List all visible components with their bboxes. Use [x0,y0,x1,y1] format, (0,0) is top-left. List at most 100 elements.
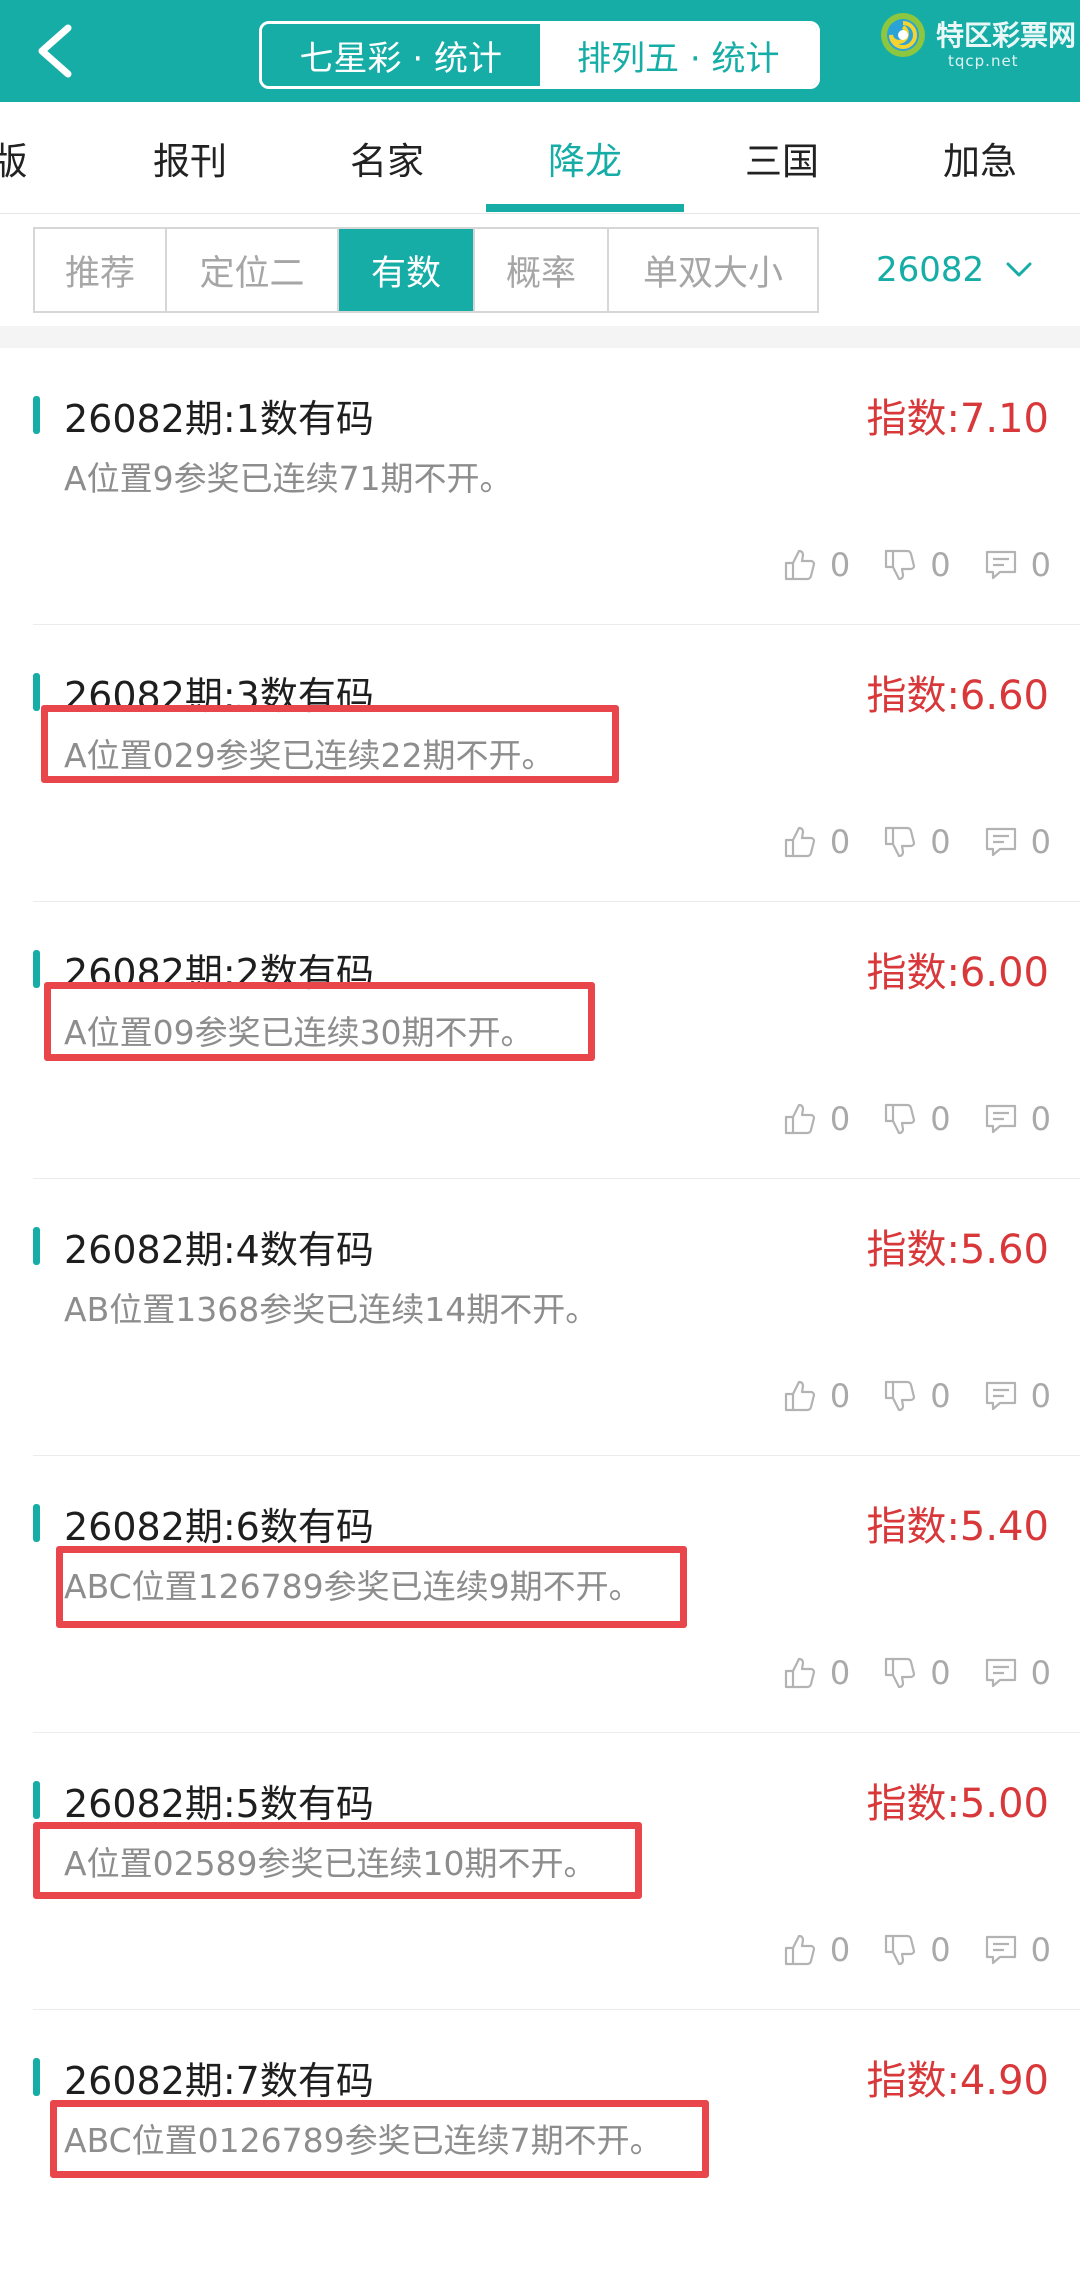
dislike-count: 0 [930,546,951,584]
thumbs-up-icon [784,1380,816,1412]
card-actions: 0 0 0 [782,819,1051,865]
comment-button[interactable]: 0 [983,1100,1051,1138]
tab-baokan[interactable]: 报刊 [120,102,260,214]
lottery-type-switch: 七星彩 · 统计 排列五 · 统计 [259,21,820,89]
card-actions: 0 0 0 [782,1650,1051,1696]
title-marker [33,673,40,711]
card-actions: 0 0 0 [782,1373,1051,1419]
filter-tab-youshu[interactable]: 有数 [339,229,475,311]
swirl-logo-icon [881,13,925,57]
like-button[interactable]: 0 [782,1931,850,1969]
thumbs-down-icon [885,1934,916,1966]
list-item[interactable]: 26082期:4数有码 指数:5.60 AB位置1368参奖已连续14期不开。 … [0,1179,1080,1456]
thumbs-up-icon [784,549,816,581]
like-button[interactable]: 0 [782,1377,850,1415]
tab-mingjia[interactable]: 名家 [317,102,457,214]
title-marker [33,396,40,434]
filter-tab-dingweier[interactable]: 定位二 [167,229,339,311]
back-button[interactable] [28,18,88,84]
highlight-box [50,2100,709,2178]
filter-tab-gailv[interactable]: 概率 [475,229,609,311]
filter-tab-danshuangdaxiao[interactable]: 单双大小 [609,229,817,311]
tab-qixingcai-stats[interactable]: 七星彩 · 统计 [262,24,540,86]
prediction-list: 26082期:1数有码 指数:7.10 A位置9参奖已连续71期不开。 0 0 … [0,348,1080,2287]
list-item[interactable]: 26082期:3数有码 指数:6.60 A位置029参奖已连续22期不开。 0 … [0,625,1080,902]
comment-icon [985,1658,1016,1688]
dislike-button[interactable]: 0 [882,1931,951,1969]
comment-button[interactable]: 0 [983,1654,1051,1692]
comment-button[interactable]: 0 [983,823,1051,861]
list-item[interactable]: 26082期:1数有码 指数:7.10 A位置9参奖已连续71期不开。 0 0 … [0,348,1080,625]
tab-pailiewu-stats[interactable]: 排列五 · 统计 [539,24,817,86]
comment-count: 0 [1030,1654,1051,1692]
chevron-down-icon [1006,262,1032,277]
list-item[interactable]: 26082期:2数有码 指数:6.00 A位置09参奖已连续30期不开。 0 0… [0,902,1080,1179]
card-actions: 0 0 0 [782,1096,1051,1142]
card-title: 26082期:7数有码 [64,2059,374,2103]
list-item[interactable]: 26082期:5数有码 指数:5.00 A位置02589参奖已连续10期不开。 … [0,1733,1080,2010]
section-divider [0,326,1080,348]
thumbs-down-icon [885,826,916,858]
like-button[interactable]: 0 [782,546,850,584]
card-index-value: 指数:6.00 [866,950,1049,996]
dislike-button[interactable]: 0 [882,823,951,861]
filter-tab-tuijian[interactable]: 推荐 [35,229,167,311]
like-button[interactable]: 0 [782,1100,850,1138]
thumbs-down-icon [885,1657,916,1689]
card-description-text: A位置9参奖已连续71期不开。 [64,459,513,498]
dislike-count: 0 [930,1377,951,1415]
highlight-box [44,982,595,1061]
thumbs-up-icon [784,826,816,858]
active-tab-indicator [486,204,684,212]
comment-icon [985,1381,1016,1411]
like-count: 0 [829,1654,851,1692]
thumbs-down-icon [885,1103,916,1135]
dislike-button[interactable]: 0 [882,546,951,584]
filter-bar: 推荐 定位二 有数 概率 单双大小 26082 [0,214,1080,326]
comment-count: 0 [1030,1931,1051,1969]
like-button[interactable]: 0 [782,823,850,861]
title-marker [33,2058,40,2096]
card-title: 26082期:5数有码 [64,1782,374,1826]
like-count: 0 [829,1931,851,1969]
category-nav: 版 报刊 名家 降龙 三国 加急 [0,102,1080,214]
thumbs-up-icon [784,1934,816,1966]
dislike-button[interactable]: 0 [882,1377,951,1415]
list-item[interactable]: 26082期:6数有码 指数:5.40 ABC位置126789参奖已连续9期不开… [0,1456,1080,1733]
dislike-button[interactable]: 0 [882,1654,951,1692]
card-index-value: 指数:6.60 [866,673,1049,719]
comment-button[interactable]: 0 [983,1931,1051,1969]
comment-icon [985,827,1016,857]
tab-jiaji[interactable]: 加急 [910,102,1050,214]
card-actions: 0 0 0 [782,542,1051,588]
comment-icon [985,1104,1016,1134]
tab-sanguo[interactable]: 三国 [712,102,852,214]
like-count: 0 [829,1100,851,1138]
thumbs-up-icon [784,1103,816,1135]
comment-count: 0 [1030,546,1051,584]
comment-icon [985,550,1016,580]
comment-count: 0 [1030,823,1051,861]
dislike-count: 0 [930,823,951,861]
dislike-count: 0 [930,1654,951,1692]
dislike-count: 0 [930,1100,951,1138]
like-button[interactable]: 0 [782,1654,850,1692]
card-index-value: 指数:7.10 [866,396,1049,442]
tab-xianglong[interactable]: 降龙 [515,102,655,214]
issue-dropdown[interactable]: 26082 [876,244,1032,296]
logo-title: 特区彩票网 [936,19,1077,52]
highlight-box [41,705,619,783]
like-count: 0 [829,823,851,861]
thumbs-down-icon [885,1380,916,1412]
card-description-text: AB位置1368参奖已连续14期不开。 [64,1290,599,1329]
card-description: AB位置1368参奖已连续14期不开。 [64,1283,598,1331]
chevron-left-icon [38,24,72,78]
comment-button[interactable]: 0 [983,1377,1051,1415]
card-title: 26082期:1数有码 [64,397,374,441]
card-index-value: 指数:4.90 [866,2058,1049,2104]
comment-button[interactable]: 0 [983,546,1051,584]
tab-ban[interactable]: 版 [0,102,34,214]
list-item[interactable]: 26082期:7数有码 指数:4.90 ABC位置0126789参奖已连续7期不… [0,2010,1080,2287]
highlight-box [33,1822,642,1899]
dislike-button[interactable]: 0 [882,1100,951,1138]
